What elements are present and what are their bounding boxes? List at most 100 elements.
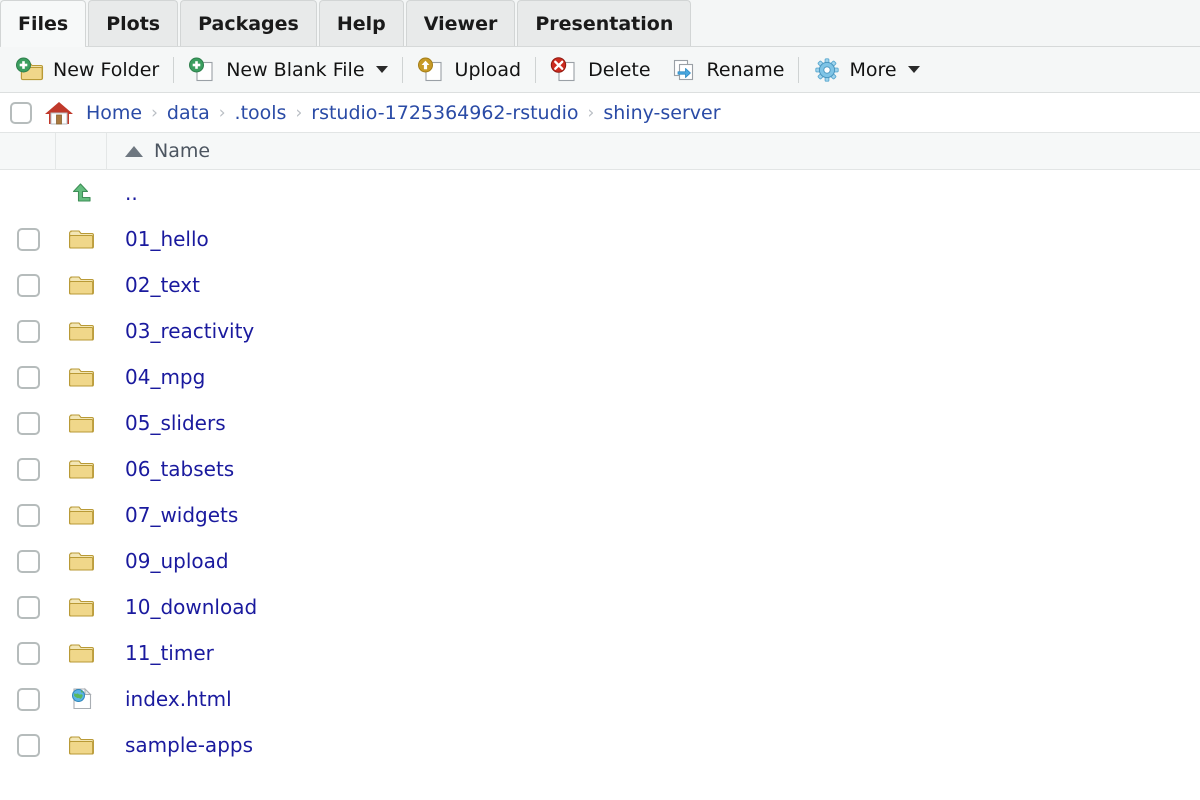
list-item[interactable]: 11_timer (0, 630, 1200, 676)
checkbox-cell (0, 687, 56, 711)
file-name-link[interactable]: 06_tabsets (107, 457, 234, 481)
checkbox-cell (0, 319, 56, 343)
breadcrumb: Home › data › .tools › rstudio-172536496… (0, 93, 1200, 133)
upload-label: Upload (454, 58, 522, 81)
file-name-link[interactable]: 07_widgets (107, 503, 238, 527)
list-item[interactable]: 01_hello (0, 216, 1200, 262)
tab-help[interactable]: Help (318, 0, 404, 46)
icon-cell (56, 641, 107, 665)
list-item[interactable]: 03_reactivity (0, 308, 1200, 354)
toolbar-separator (798, 56, 800, 83)
chevron-down-icon[interactable] (375, 66, 388, 73)
chevron-down-icon[interactable] (907, 66, 920, 73)
new-folder-icon (16, 57, 44, 80)
rename-button[interactable]: Rename (660, 50, 794, 90)
icon-cell (56, 273, 107, 297)
file-name-link[interactable]: 10_download (107, 595, 257, 619)
list-item[interactable]: 05_sliders (0, 400, 1200, 446)
file-name-link[interactable]: 05_sliders (107, 411, 226, 435)
breadcrumb-separator-icon: › (295, 102, 303, 123)
list-item[interactable]: 07_widgets (0, 492, 1200, 538)
breadcrumb-item-home[interactable]: Home (86, 102, 142, 124)
file-name-link[interactable]: 02_text (107, 273, 200, 297)
tab-viewer[interactable]: Viewer (405, 0, 516, 46)
column-header-name[interactable]: Name (107, 140, 210, 162)
folder-icon (68, 552, 94, 571)
folder-icon (68, 644, 94, 663)
new-folder-label: New Folder (53, 58, 160, 81)
breadcrumb-item-data[interactable]: data (167, 102, 210, 124)
icon-cell (56, 227, 107, 251)
file-name-link[interactable]: .. (107, 181, 138, 205)
tab-files[interactable]: Files (0, 0, 87, 47)
more-label: More (849, 58, 897, 81)
checkbox-cell (0, 549, 56, 573)
file-name-link[interactable]: sample-apps (107, 733, 253, 757)
breadcrumb-separator-icon: › (218, 102, 226, 123)
list-item[interactable]: 10_download (0, 584, 1200, 630)
row-checkbox[interactable] (16, 227, 40, 251)
file-name-link[interactable]: 01_hello (107, 227, 209, 251)
home-icon[interactable] (43, 99, 75, 127)
folder-icon (68, 414, 94, 433)
folder-icon (68, 460, 94, 479)
toolbar-separator (535, 56, 537, 83)
files-toolbar: New Folder New Blank File Upload Delete (0, 47, 1200, 93)
file-name-link[interactable]: 04_mpg (107, 365, 205, 389)
list-item[interactable]: 02_text (0, 262, 1200, 308)
new-blank-file-button[interactable]: New Blank File (179, 50, 396, 90)
row-checkbox[interactable] (16, 733, 40, 757)
folder-icon (68, 322, 94, 341)
tab-label: Packages (198, 12, 299, 35)
icon-cell (56, 503, 107, 527)
breadcrumb-item-tools[interactable]: .tools (235, 102, 287, 124)
delete-button[interactable]: Delete (541, 50, 659, 90)
column-header-name-label: Name (154, 140, 211, 162)
breadcrumb-item-shiny-server[interactable]: shiny-server (603, 102, 720, 124)
more-button[interactable]: More (804, 50, 928, 90)
tab-plots[interactable]: Plots (88, 0, 179, 46)
row-checkbox[interactable] (16, 273, 40, 297)
row-checkbox[interactable] (16, 595, 40, 619)
delete-icon (550, 56, 575, 81)
row-checkbox[interactable] (16, 365, 40, 389)
checkbox-cell (0, 733, 56, 757)
checkbox-cell (0, 227, 56, 251)
file-name-link[interactable]: index.html (107, 687, 232, 711)
checkbox-cell (0, 273, 56, 297)
new-blank-file-icon (189, 57, 213, 81)
row-checkbox[interactable] (16, 641, 40, 665)
folder-icon (68, 506, 94, 525)
list-item[interactable]: .. (0, 170, 1200, 216)
tab-label: Presentation (535, 12, 674, 35)
folder-icon (68, 598, 94, 617)
file-list: .. 01_hello 02_text 03_reactivity 04_mpg… (0, 170, 1200, 768)
list-item[interactable]: 09_upload (0, 538, 1200, 584)
upload-button[interactable]: Upload (408, 50, 531, 90)
list-item[interactable]: 04_mpg (0, 354, 1200, 400)
upload-icon (417, 57, 442, 81)
row-checkbox[interactable] (16, 503, 40, 527)
list-item[interactable]: sample-apps (0, 722, 1200, 768)
new-folder-button[interactable]: New Folder (6, 50, 168, 90)
select-all-checkbox[interactable] (10, 101, 32, 124)
breadcrumb-item-rstudio-session[interactable]: rstudio-1725364962-rstudio (311, 102, 578, 124)
new-blank-file-label: New Blank File (226, 58, 365, 81)
icon-cell (56, 733, 107, 757)
go-up-icon[interactable] (68, 180, 96, 206)
folder-icon (68, 368, 94, 387)
row-checkbox[interactable] (16, 411, 40, 435)
toolbar-separator (401, 56, 403, 83)
row-checkbox[interactable] (16, 549, 40, 573)
file-name-link[interactable]: 11_timer (107, 641, 214, 665)
row-checkbox[interactable] (16, 687, 40, 711)
folder-icon (68, 736, 94, 755)
row-checkbox[interactable] (16, 319, 40, 343)
row-checkbox[interactable] (16, 457, 40, 481)
tab-presentation[interactable]: Presentation (517, 0, 692, 46)
list-item[interactable]: index.html (0, 676, 1200, 722)
list-item[interactable]: 06_tabsets (0, 446, 1200, 492)
tab-packages[interactable]: Packages (180, 0, 317, 46)
file-name-link[interactable]: 09_upload (107, 549, 229, 573)
file-name-link[interactable]: 03_reactivity (107, 319, 254, 343)
